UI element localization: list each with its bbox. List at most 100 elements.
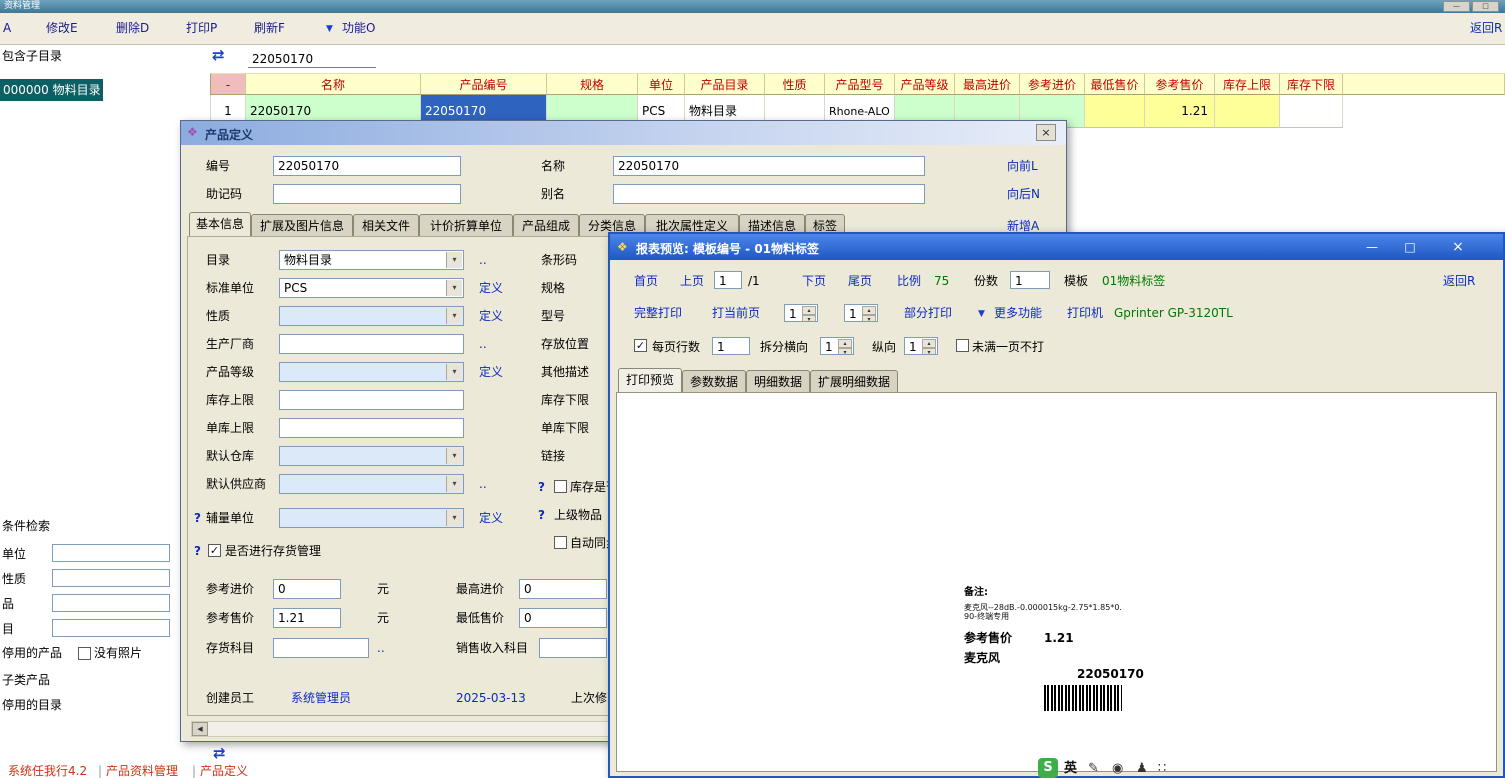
supplier-dropdown[interactable]: ▾ [279, 474, 464, 494]
spin-down-icon[interactable]: ▾ [922, 348, 936, 355]
rows-per-page-checkbox[interactable]: ✓ [634, 339, 647, 352]
col-header-nature[interactable]: 性质 [765, 73, 825, 95]
template-value[interactable]: 01物料标签 [1102, 274, 1165, 289]
search-catalog-input[interactable] [52, 619, 170, 637]
full-print-link[interactable]: 完整打印 [634, 306, 682, 321]
toolbar-edit-button[interactable]: 修改E [46, 21, 78, 36]
next-page-link[interactable]: 下页 [802, 274, 826, 289]
row-cell-ref-sell[interactable]: 1.21 [1145, 95, 1215, 128]
split-horizontal-spinner[interactable]: 1 ▴▾ [820, 337, 854, 355]
col-header-stock-max[interactable]: 库存上限 [1215, 73, 1280, 95]
bottom-tab-system[interactable]: 系统任我行4.2 [8, 764, 87, 778]
tab-param-data[interactable]: 参数数据 [682, 370, 746, 392]
ime-grid-icon[interactable]: ∷ [1158, 761, 1166, 776]
std-unit-dropdown-arrow-icon[interactable]: ▾ [446, 280, 462, 296]
tab-related-files[interactable]: 相关文件 [353, 214, 419, 236]
first-page-link[interactable]: 首页 [634, 274, 658, 289]
col-header-code[interactable]: 产品编号 [421, 73, 547, 95]
std-unit-define-link[interactable]: 定义 [479, 281, 503, 296]
ime-person-icon[interactable]: ♟ [1136, 761, 1148, 776]
dialog-titlebar[interactable]: ❖ 产品定义 × [181, 121, 1066, 145]
bottom-tab-product-data[interactable]: 产品资料管理 [106, 764, 178, 778]
grade-dropdown[interactable]: ▾ [279, 362, 464, 382]
toolbar-add-button[interactable]: A [3, 21, 11, 36]
col-header-max-buy[interactable]: 最高进价 [955, 73, 1020, 95]
catalog-browse-button[interactable]: .. [479, 253, 487, 268]
code-input[interactable]: 22050170 [273, 156, 461, 176]
col-header-unit[interactable]: 单位 [638, 73, 685, 95]
preview-close-button[interactable]: × [1438, 237, 1478, 257]
preview-titlebar[interactable]: ❖ 报表预览: 模板编号 - 01物料标签 — □ × [610, 234, 1503, 260]
std-unit-dropdown[interactable]: PCS ▾ [279, 278, 464, 298]
toolbar-back-button[interactable]: 返回R [1470, 21, 1502, 36]
ime-lang-toggle[interactable]: 英 [1064, 761, 1077, 776]
toolbar-delete-button[interactable]: 删除D [116, 21, 149, 36]
spin-up-icon[interactable]: ▴ [802, 306, 816, 315]
ime-circle-icon[interactable]: ◉ [1112, 761, 1123, 776]
ref-buy-input[interactable]: 0 [273, 579, 341, 599]
alias-input[interactable] [613, 184, 925, 204]
copies-input[interactable]: 1 [1010, 271, 1050, 289]
col-header-catalog[interactable]: 产品目录 [685, 73, 765, 95]
print-to-spinner[interactable]: 1 ▴▾ [844, 304, 878, 322]
printer-name[interactable]: Gprinter GP-3120TL [1114, 306, 1233, 321]
preview-back-button[interactable]: 返回R [1443, 274, 1475, 289]
stock-max-input[interactable] [279, 390, 464, 410]
spin-down-icon[interactable]: ▾ [862, 315, 876, 322]
col-header-ref-sell[interactable]: 参考售价 [1145, 73, 1215, 95]
supplier-browse-button[interactable]: .. [479, 477, 487, 492]
aux-unit-define-link[interactable]: 定义 [479, 511, 503, 526]
print-from-spinner[interactable]: 1 ▴▾ [784, 304, 818, 322]
nature-define-link[interactable]: 定义 [479, 309, 503, 324]
warehouse-dropdown-arrow-icon[interactable]: ▾ [446, 448, 462, 464]
manage-checkbox[interactable]: ✓ [208, 544, 221, 557]
tab-composition[interactable]: 产品组成 [513, 214, 579, 236]
maximize-button[interactable]: □ [1472, 1, 1499, 12]
dialog-hscrollbar[interactable]: ◀ [191, 721, 611, 737]
aux-unit-dropdown[interactable]: ▾ [279, 508, 464, 528]
auto-sync-checkbox[interactable] [554, 536, 567, 549]
vertical-spinner[interactable]: 1 ▴▾ [904, 337, 938, 355]
supplier-dropdown-arrow-icon[interactable]: ▾ [446, 476, 462, 492]
tree-item-material-catalog[interactable]: 000000 物料目录 [0, 79, 103, 101]
more-func-link[interactable]: 更多功能 [994, 306, 1042, 321]
scroll-left-arrow-icon[interactable]: ◀ [192, 722, 208, 736]
print-current-link[interactable]: 打当前页 [712, 306, 760, 321]
col-header-select[interactable]: - [210, 73, 246, 95]
partial-print-link[interactable]: 部分打印 [904, 306, 952, 321]
col-header-ref-buy[interactable]: 参考进价 [1020, 73, 1085, 95]
stock-share-help-icon[interactable]: ? [538, 480, 545, 495]
ime-logo-icon[interactable]: S [1038, 758, 1058, 778]
last-page-link[interactable]: 尾页 [848, 274, 872, 289]
aux-unit-help-icon[interactable]: ? [194, 511, 201, 526]
row-cell-min-sell[interactable] [1085, 95, 1145, 128]
tab-extend-image[interactable]: 扩展及图片信息 [251, 214, 353, 236]
maker-input[interactable] [279, 334, 464, 354]
swap-bottom-icon[interactable]: ⇄ [213, 746, 226, 761]
search-product-input[interactable] [52, 594, 170, 612]
warehouse-dropdown[interactable]: ▾ [279, 446, 464, 466]
stock-subject-input[interactable] [273, 638, 369, 658]
spin-up-icon[interactable]: ▴ [838, 339, 852, 348]
parent-help-icon[interactable]: ? [538, 508, 545, 523]
filter-code-value[interactable]: 22050170 [252, 52, 313, 67]
maker-browse-button[interactable]: .. [479, 337, 487, 352]
no-full-page-checkbox[interactable] [956, 339, 969, 352]
col-header-min-sell[interactable]: 最低售价 [1085, 73, 1145, 95]
bottom-tab-product-define[interactable]: 产品定义 [200, 764, 248, 778]
spin-up-icon[interactable]: ▴ [862, 306, 876, 315]
income-subject-input[interactable] [539, 638, 607, 658]
aux-unit-dropdown-arrow-icon[interactable]: ▾ [446, 510, 462, 526]
dialog-close-button[interactable]: × [1036, 124, 1056, 141]
ime-pen-icon[interactable]: ✎ [1088, 761, 1099, 776]
prev-record-link[interactable]: 向前L [1007, 159, 1038, 174]
tab-unit-conversion[interactable]: 计价折算单位 [419, 214, 513, 236]
next-record-link[interactable]: 向后N [1007, 187, 1040, 202]
tab-ext-detail-data[interactable]: 扩展明细数据 [810, 370, 898, 392]
stock-subject-browse-button[interactable]: .. [377, 641, 385, 656]
toolbar-print-button[interactable]: 打印P [186, 21, 217, 36]
spin-up-icon[interactable]: ▴ [922, 339, 936, 348]
catalog-dropdown[interactable]: 物料目录 ▾ [279, 250, 464, 270]
row-cell-stock-max[interactable] [1215, 95, 1280, 128]
preview-minimize-button[interactable]: — [1354, 237, 1390, 257]
